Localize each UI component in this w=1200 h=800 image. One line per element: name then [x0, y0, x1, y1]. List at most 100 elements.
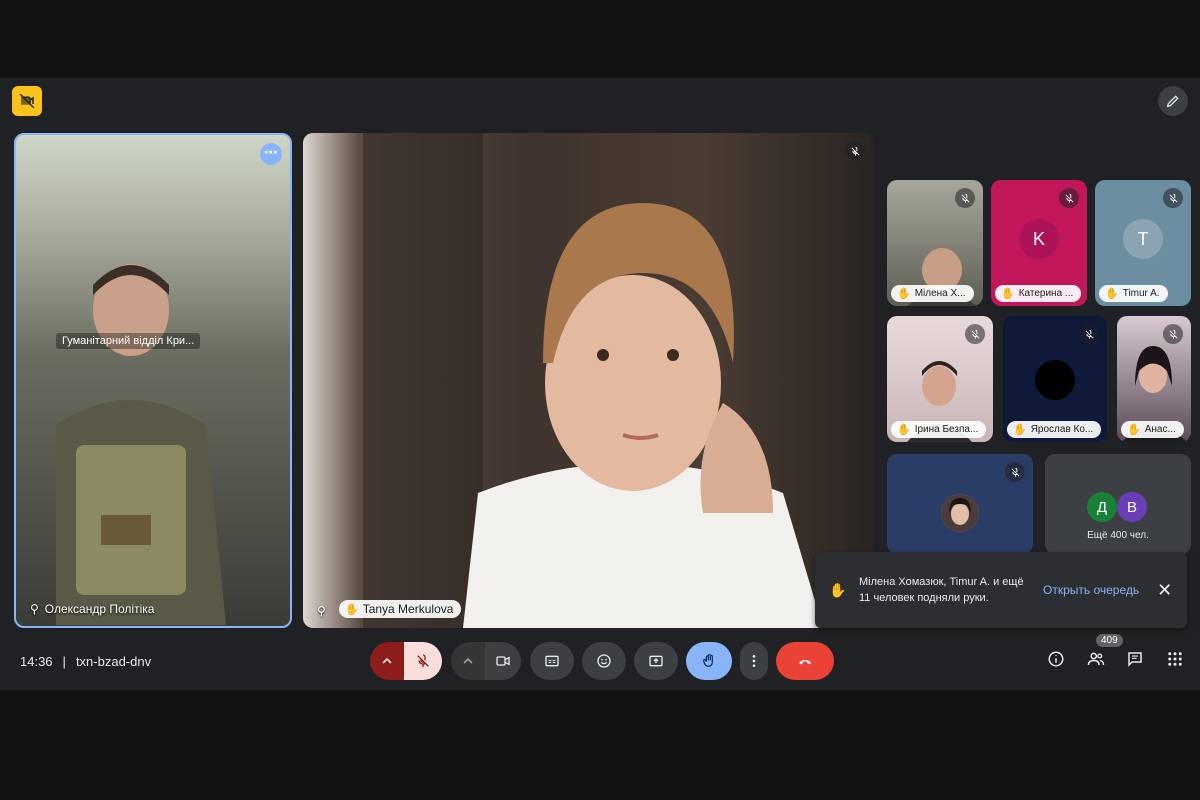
raised-hand-icon: ✋: [1127, 424, 1141, 436]
muted-indicator: [965, 324, 985, 344]
chevron-up-icon: [463, 657, 473, 664]
present-screen-button[interactable]: [634, 642, 678, 680]
open-queue-link[interactable]: Открыть очередь: [1043, 583, 1139, 597]
muted-indicator: [955, 188, 975, 208]
participant-tile[interactable]: ✋ Ярослав Ко...: [1003, 316, 1107, 442]
hidden-video-badge[interactable]: [12, 86, 42, 116]
participant-video-figure: [56, 264, 226, 625]
reactions-button[interactable]: [582, 642, 626, 680]
raised-hands-notification: ✋ Мілена Хомазюк, Timur A. и ещё 11 чело…: [815, 552, 1187, 628]
participant-video-figure: [363, 133, 823, 628]
clock: 14:36: [20, 654, 53, 669]
mic-off-icon: [1011, 467, 1019, 477]
raised-hand-icon: ✋: [1001, 288, 1015, 300]
mic-off-icon: [1169, 193, 1177, 203]
participant-name-label: Tanya Merkulova: [362, 602, 454, 616]
participant-name-label: Ярослав Ко...: [1030, 424, 1094, 435]
mic-off-icon: [971, 329, 979, 339]
participant-name-label: Катерина ...: [1018, 288, 1074, 299]
participant-count-badge: 409: [1096, 634, 1123, 647]
muted-indicator: [1005, 462, 1025, 482]
raise-hand-button[interactable]: [686, 642, 732, 680]
more-vert-icon: [752, 655, 756, 667]
participant-tile[interactable]: K ✋ Катерина ...: [991, 180, 1087, 306]
raised-hand-icon: ✋: [345, 603, 359, 616]
present-icon: [649, 655, 663, 667]
mic-off-icon: [1085, 329, 1093, 339]
leave-call-button[interactable]: [776, 642, 834, 680]
captions-icon: [545, 655, 559, 667]
participant-name-label: Ірина Безпа...: [914, 424, 979, 435]
participant-name-chip: ✋ Timur A.: [1099, 285, 1168, 302]
participant-name-chip: ✋ Tanya Merkulova: [339, 600, 462, 618]
raised-hand-icon: ✋: [1105, 288, 1119, 300]
muted-indicator: [1079, 324, 1099, 344]
pin-icon: ⚲: [30, 602, 39, 616]
close-icon[interactable]: ✕: [1157, 580, 1172, 601]
more-options-icon[interactable]: ⋯: [260, 143, 282, 165]
participant-name-chip: ✋ Анас...: [1121, 421, 1184, 438]
more-participants-tile[interactable]: Д В Ещё 400 чел.: [1045, 454, 1191, 554]
avatar-photo: [941, 494, 979, 532]
participant-tile-main[interactable]: ⚲ ✋ Tanya Merkulova: [303, 133, 873, 628]
bottom-toolbar: 14:36 | txn-bzad-dnv: [0, 640, 1200, 684]
participant-name-label: Timur A.: [1122, 288, 1160, 299]
participant-tile[interactable]: ✋ Мілена Х...: [887, 180, 983, 306]
participant-name-label: Анас...: [1144, 424, 1176, 435]
avatar: В: [1117, 492, 1147, 522]
pin-indicator: ⚲: [317, 604, 326, 618]
info-icon[interactable]: [1047, 650, 1065, 673]
muted-indicator: [845, 141, 865, 161]
mic-off-icon: [961, 193, 969, 203]
mic-off-icon: [417, 654, 429, 667]
avatar: T: [1123, 219, 1163, 259]
notification-text: Мілена Хомазюк, Timur A. и ещё 11 челове…: [859, 576, 1024, 604]
participant-tile[interactable]: ✋ Ірина Безпа...: [887, 316, 993, 442]
raised-hand-icon: ✋: [897, 288, 911, 300]
raised-hand-icon: ✋: [897, 424, 911, 436]
participant-name: ⚲ Олександр Політіка: [30, 602, 154, 616]
video-camera-icon: [496, 656, 510, 666]
participant-name-chip: ✋ Мілена Х...: [891, 285, 974, 302]
emoji-icon: [597, 654, 611, 668]
muted-indicator: [1163, 324, 1183, 344]
muted-indicator: [1163, 188, 1183, 208]
more-participants-label: Ещё 400 чел.: [1087, 530, 1149, 541]
pin-icon: ⚲: [317, 604, 326, 618]
participant-name-chip: ✋ Ярослав Ко...: [1007, 421, 1102, 438]
participant-name-chip: ✋ Ірина Безпа...: [891, 421, 987, 438]
camera-toggle-button[interactable]: [485, 642, 521, 680]
captions-button[interactable]: [530, 642, 574, 680]
muted-indicator: [1059, 188, 1079, 208]
mic-options-button[interactable]: [370, 642, 404, 680]
chevron-up-icon: [382, 657, 392, 664]
participant-tile-speaker[interactable]: ⋯ Гуманітарний відділ Кри... ⚲ Олександр…: [14, 133, 292, 628]
participant-tile[interactable]: T ✋ Timur A.: [1095, 180, 1191, 306]
mic-off-icon: [1169, 329, 1177, 339]
people-icon[interactable]: [1087, 650, 1105, 673]
separator: |: [62, 654, 66, 669]
meeting-code: txn-bzad-dnv: [75, 654, 152, 669]
avatar: [941, 494, 979, 532]
hand-icon: [703, 654, 713, 667]
participant-tile[interactable]: [887, 454, 1033, 554]
participant-tile[interactable]: ✋ Анас...: [1117, 316, 1191, 442]
avatar: [1035, 360, 1075, 400]
microphone-toggle-button[interactable]: [404, 642, 442, 680]
annotate-button[interactable]: [1158, 86, 1188, 116]
participant-name-label: Мілена Х...: [914, 288, 966, 299]
raised-hand-icon: ✋: [829, 581, 847, 598]
hang-up-icon: [799, 660, 811, 665]
mic-off-icon: [851, 146, 859, 156]
avatar: Д: [1087, 492, 1117, 522]
video-overlay-caption: Гуманітарний відділ Кри...: [56, 333, 201, 349]
activities-icon[interactable]: [1166, 650, 1184, 673]
mic-off-icon: [1065, 193, 1073, 203]
meeting-details: 14:36 | txn-bzad-dnv: [20, 654, 151, 669]
chat-icon[interactable]: [1126, 650, 1144, 673]
participant-name-chip: ✋ Катерина ...: [995, 285, 1082, 302]
raised-hand-icon: ✋: [1013, 424, 1027, 436]
camera-options-button[interactable]: [451, 642, 485, 680]
more-options-button[interactable]: [740, 642, 768, 680]
avatar: K: [1019, 219, 1059, 259]
